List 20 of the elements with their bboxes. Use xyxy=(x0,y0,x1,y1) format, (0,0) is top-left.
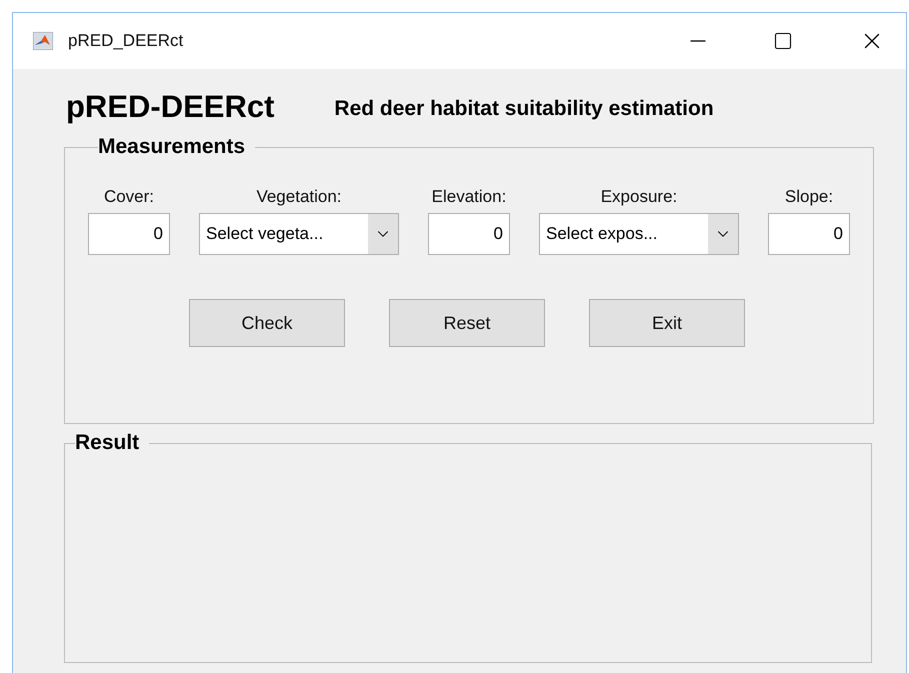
field-label: Cover: xyxy=(104,187,154,207)
app-title: pRED-DEERct xyxy=(66,88,274,126)
dropdown[interactable]: Select expos... xyxy=(539,213,739,255)
field-label: Vegetation: xyxy=(256,187,342,207)
action-button[interactable]: Exit xyxy=(589,299,745,347)
field-label: Elevation: xyxy=(432,187,506,207)
dropdown[interactable]: Select vegeta... xyxy=(199,213,399,255)
maximize-icon[interactable] xyxy=(773,31,793,51)
input-field[interactable]: 0 xyxy=(768,213,850,255)
action-button[interactable]: Check xyxy=(189,299,345,347)
panel-title: Result xyxy=(75,430,140,456)
window-title: pRED_DEERct xyxy=(68,30,184,52)
app-subtitle: Red deer habitat suitability estimation xyxy=(334,96,714,122)
input-field[interactable]: 0 xyxy=(428,213,510,255)
action-button[interactable]: Reset xyxy=(389,299,545,347)
input-field[interactable]: 0 xyxy=(88,213,170,255)
panel-title: Measurements xyxy=(98,134,246,160)
field-label: Exposure: xyxy=(600,187,678,207)
field-label: Slope: xyxy=(784,187,834,207)
app-logo-icon xyxy=(33,32,53,50)
